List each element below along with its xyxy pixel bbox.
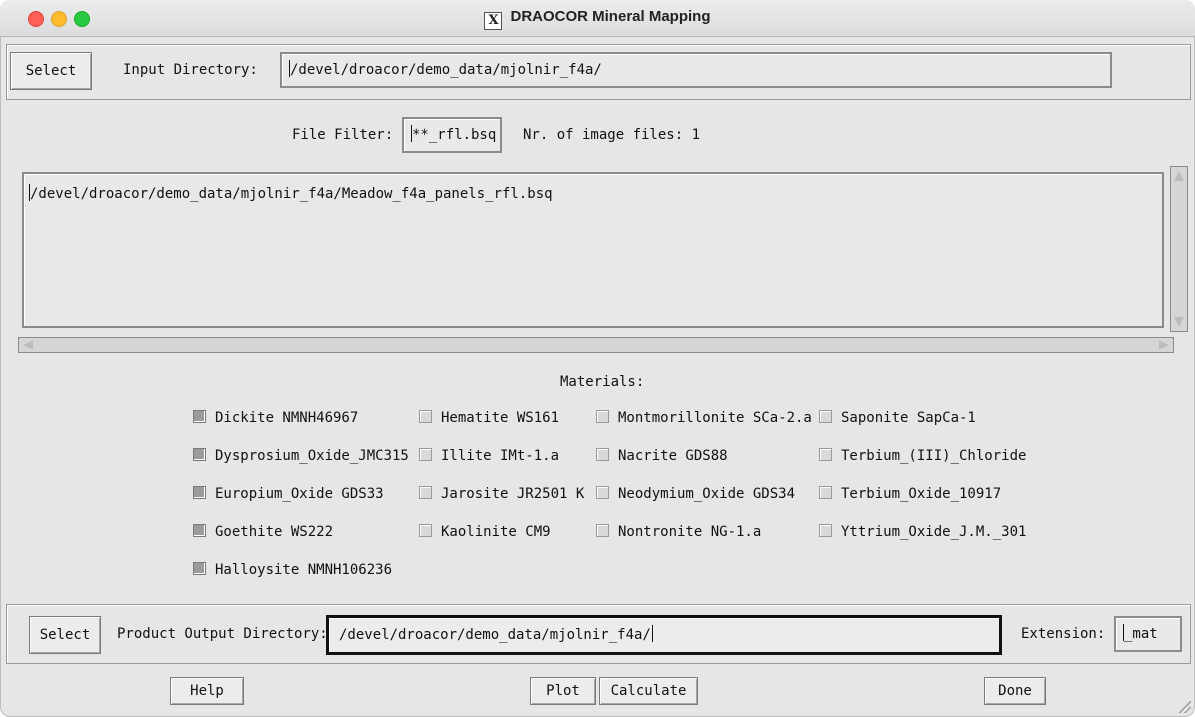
material-label: Montmorillonite SCa-2.a [618, 410, 812, 426]
checkbox-unchecked-icon[interactable] [819, 524, 832, 537]
list-item[interactable]: /devel/droacor/demo_data/mjolnir_f4a/Mea… [28, 184, 553, 202]
checkbox-unchecked-icon[interactable] [419, 486, 432, 499]
plot-button[interactable]: Plot [530, 677, 596, 705]
scroll-up-icon[interactable] [1174, 171, 1184, 181]
checkbox-unchecked-icon[interactable] [596, 448, 609, 461]
material-label: Terbium_Oxide_10917 [841, 486, 1002, 502]
output-select-button[interactable]: Select [29, 616, 101, 654]
checkbox-unchecked-icon[interactable] [596, 410, 609, 423]
text-cursor [651, 625, 653, 642]
material-checkbox[interactable]: Europium_Oxide GDS33 [193, 486, 384, 502]
material-checkbox[interactable]: Nacrite GDS88 [596, 448, 728, 464]
checkbox-checked-icon[interactable] [193, 410, 206, 423]
material-label: Nontronite NG-1.a [618, 524, 762, 540]
scroll-left-icon[interactable] [23, 340, 33, 350]
input-select-button[interactable]: Select [10, 52, 92, 90]
material-checkbox[interactable]: Kaolinite CM9 [419, 524, 551, 540]
material-checkbox[interactable]: Hematite WS161 [419, 410, 559, 426]
image-file-count: Nr. of image files: 1 [523, 127, 701, 143]
material-label: Dysprosium_Oxide_JMC315 [215, 448, 409, 464]
material-checkbox[interactable]: Nontronite NG-1.a [596, 524, 761, 540]
file-filter-label: File Filter: [292, 127, 394, 143]
scroll-down-icon[interactable] [1174, 317, 1184, 327]
material-label: Neodymium_Oxide GDS34 [618, 486, 796, 502]
materials-heading: Materials: [560, 374, 645, 390]
material-checkbox[interactable]: Illite IMt-1.a [419, 448, 559, 464]
material-label: Jarosite JR2501 K [441, 486, 585, 502]
input-directory-label: Input Directory: [123, 62, 258, 78]
done-button[interactable]: Done [984, 677, 1046, 705]
checkbox-checked-icon[interactable] [193, 524, 206, 537]
file-filter-field[interactable]: **_rfl.bsq [402, 117, 502, 153]
material-checkbox[interactable]: Saponite SapCa-1 [819, 410, 976, 426]
material-checkbox[interactable]: Terbium_Oxide_10917 [819, 486, 1001, 502]
file-list[interactable]: /devel/droacor/demo_data/mjolnir_f4a/Mea… [22, 172, 1164, 328]
checkbox-checked-icon[interactable] [193, 448, 206, 461]
material-label: Hematite WS161 [441, 410, 560, 426]
material-label: Europium_Oxide GDS33 [215, 486, 384, 502]
material-label: Yttrium_Oxide_J.M._301 [841, 524, 1027, 540]
file-filter-value: **_rfl.bsq [412, 127, 497, 143]
extension-field[interactable]: _mat [1114, 616, 1182, 652]
file-list-vertical-scrollbar[interactable] [1170, 166, 1188, 332]
material-label: Saponite SapCa-1 [841, 410, 976, 426]
app-window: X DRAOCOR Mineral Mapping Select Input Di… [0, 0, 1195, 717]
material-label: Goethite WS222 [215, 524, 334, 540]
material-checkbox[interactable]: Yttrium_Oxide_J.M._301 [819, 524, 1026, 540]
material-checkbox[interactable]: Dickite NMNH46967 [193, 410, 358, 426]
material-label: Nacrite GDS88 [618, 448, 728, 464]
file-path: /devel/droacor/demo_data/mjolnir_f4a/Mea… [30, 186, 553, 202]
help-button[interactable]: Help [170, 677, 244, 705]
checkbox-unchecked-icon[interactable] [819, 448, 832, 461]
input-directory-value: /devel/droacor/demo_data/mjolnir_f4a/ [290, 62, 602, 78]
material-label: Halloysite NMNH106236 [215, 562, 393, 578]
material-checkbox[interactable]: Terbium_(III)_Chloride [819, 448, 1026, 464]
output-directory-value: /devel/droacor/demo_data/mjolnir_f4a/ [339, 627, 651, 643]
resize-grip-icon[interactable] [1177, 699, 1191, 713]
file-list-horizontal-scrollbar[interactable] [18, 337, 1174, 353]
calculate-button[interactable]: Calculate [599, 677, 698, 705]
checkbox-unchecked-icon[interactable] [419, 448, 432, 461]
material-label: Illite IMt-1.a [441, 448, 560, 464]
checkbox-unchecked-icon[interactable] [596, 486, 609, 499]
checkbox-unchecked-icon[interactable] [419, 410, 432, 423]
checkbox-unchecked-icon[interactable] [419, 524, 432, 537]
title-bar[interactable]: X DRAOCOR Mineral Mapping [0, 0, 1195, 37]
extension-label: Extension: [1021, 626, 1106, 642]
input-directory-panel: Select Input Directory: /devel/droacor/d… [6, 44, 1191, 100]
material-label: Terbium_(III)_Chloride [841, 448, 1027, 464]
checkbox-unchecked-icon[interactable] [819, 410, 832, 423]
extension-value: _mat [1124, 626, 1158, 642]
checkbox-checked-icon[interactable] [193, 562, 206, 575]
material-checkbox[interactable]: Montmorillonite SCa-2.a [596, 410, 812, 426]
checkbox-unchecked-icon[interactable] [596, 524, 609, 537]
material-checkbox[interactable]: Goethite WS222 [193, 524, 333, 540]
material-checkbox[interactable]: Dysprosium_Oxide_JMC315 [193, 448, 409, 464]
material-label: Kaolinite CM9 [441, 524, 551, 540]
material-checkbox[interactable]: Neodymium_Oxide GDS34 [596, 486, 795, 502]
output-directory-label: Product Output Directory: [117, 626, 328, 642]
scroll-right-icon[interactable] [1159, 340, 1169, 350]
checkbox-unchecked-icon[interactable] [819, 486, 832, 499]
x11-icon: X [484, 12, 503, 30]
window-title: DRAOCOR Mineral Mapping [510, 8, 711, 25]
window-title-area: X DRAOCOR Mineral Mapping [0, 8, 1195, 30]
output-directory-panel: Select Product Output Directory: /devel/… [6, 604, 1191, 664]
output-directory-field[interactable]: /devel/droacor/demo_data/mjolnir_f4a/ [326, 615, 1002, 655]
input-directory-field[interactable]: /devel/droacor/demo_data/mjolnir_f4a/ [280, 52, 1112, 88]
material-label: Dickite NMNH46967 [215, 410, 359, 426]
material-checkbox[interactable]: Halloysite NMNH106236 [193, 562, 392, 578]
material-checkbox[interactable]: Jarosite JR2501 K [419, 486, 584, 502]
checkbox-checked-icon[interactable] [193, 486, 206, 499]
